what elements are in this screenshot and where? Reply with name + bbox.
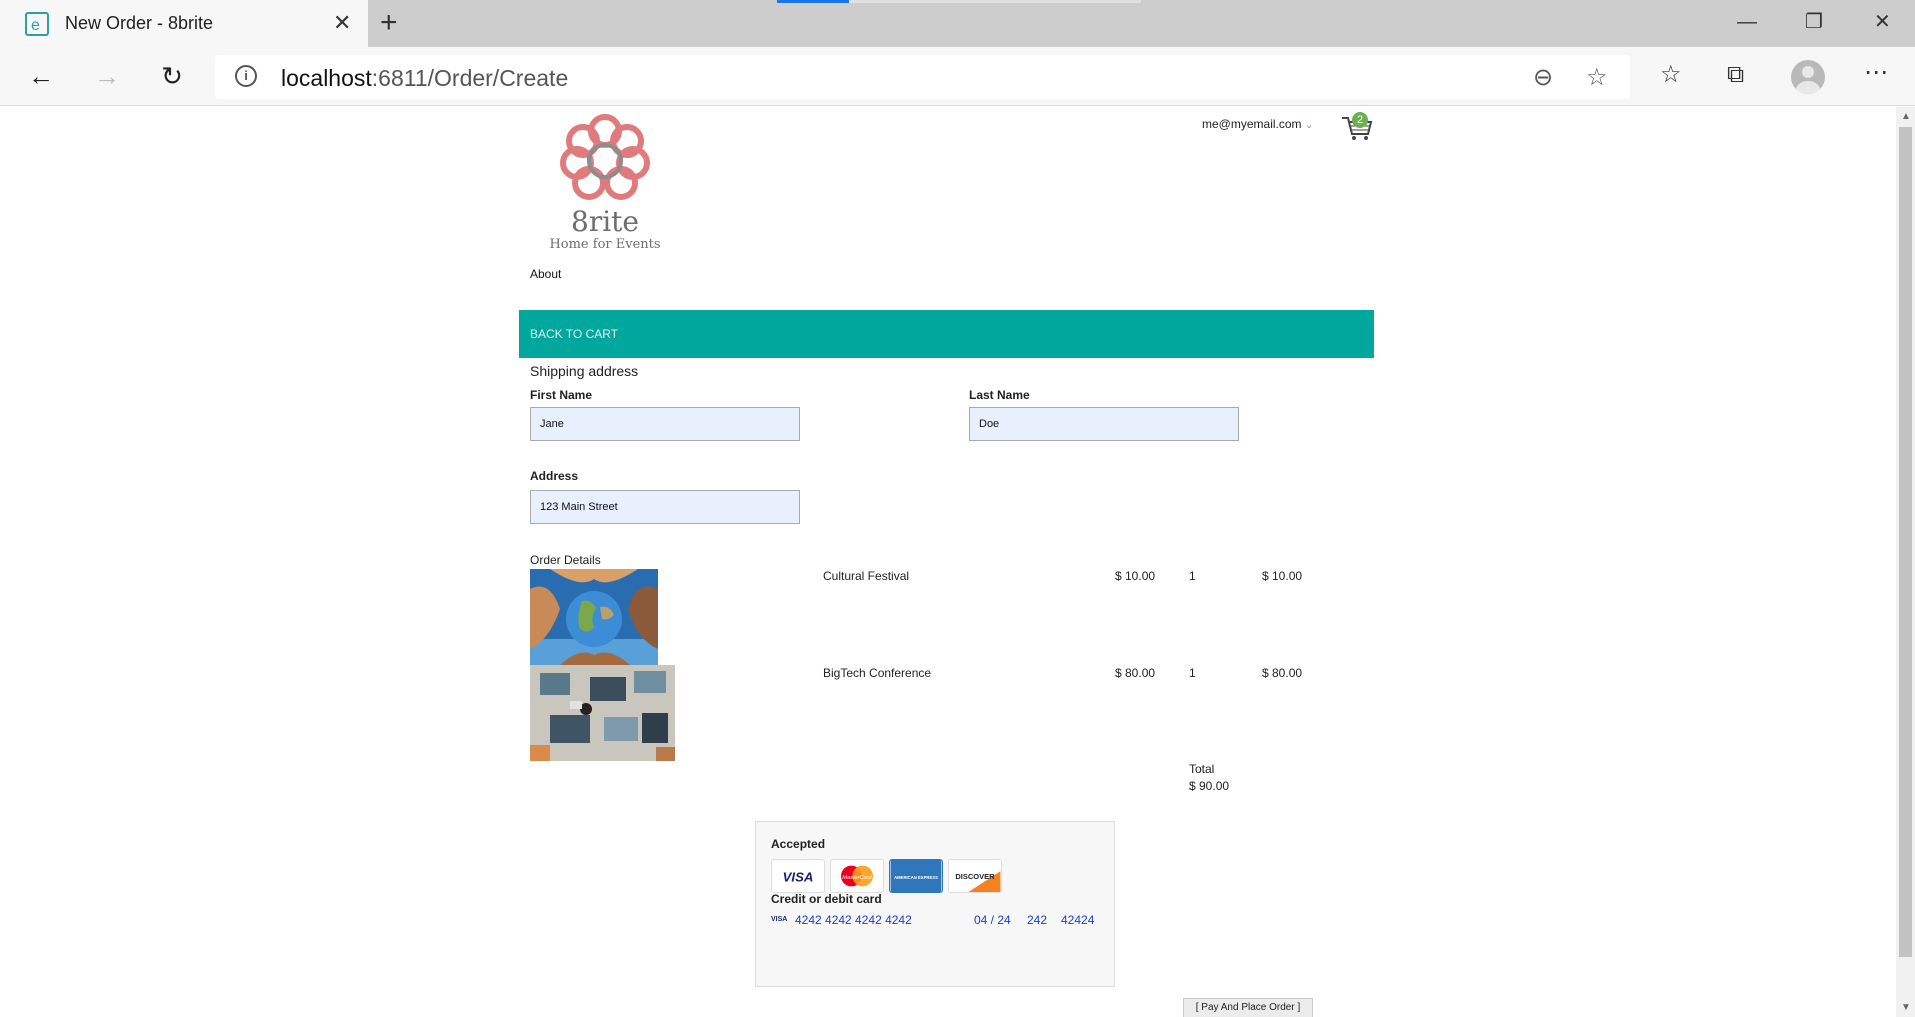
logo-tagline: Home for Events	[549, 237, 661, 252]
page-content: 8rite Home for Events me@myemail.com ⌄ 2…	[0, 107, 1896, 1017]
total-label: Total	[1189, 762, 1215, 776]
back-arrow-icon[interactable]: ←	[26, 61, 56, 91]
first-name-label: First Name	[530, 388, 593, 402]
back-to-cart-link[interactable]: Back to Cart	[530, 327, 618, 341]
logo-name: 8rite	[571, 205, 639, 238]
more-menu-icon[interactable]: ⋯	[1864, 58, 1888, 88]
item-subtotal-2: $ 80.00	[1262, 666, 1303, 680]
knot-logo-icon	[560, 114, 650, 200]
refresh-icon[interactable]: ↻	[157, 61, 187, 91]
mastercard-icon: MasterCard	[830, 859, 884, 893]
card-expiry-field[interactable]: 04 / 24	[974, 913, 1011, 927]
chevron-down-icon: ⌄	[1304, 120, 1314, 131]
last-name-field[interactable]	[969, 407, 1239, 441]
discover-card-icon: DISCOVER	[948, 859, 1002, 893]
site-logo[interactable]: 8rite Home for Events	[543, 111, 667, 259]
scroll-down-icon[interactable]: ▼	[1901, 1002, 1911, 1013]
favorites-icon[interactable]: ☆	[1660, 60, 1682, 90]
forward-arrow-icon[interactable]: →	[92, 61, 122, 91]
loading-track	[849, 0, 1141, 3]
scroll-up-icon[interactable]: ▲	[1901, 111, 1911, 122]
shipping-section-title: Shipping address	[530, 363, 639, 379]
item-price-1: $ 10.00	[1115, 569, 1156, 583]
close-tab-icon[interactable]: ✕	[333, 12, 351, 34]
cultural-festival-image	[530, 569, 658, 665]
profile-avatar[interactable]	[1791, 60, 1825, 94]
new-tab-icon[interactable]: +	[380, 8, 398, 38]
nav-about-link[interactable]: About	[530, 267, 561, 281]
card-cvc-field[interactable]: 242	[1027, 913, 1047, 927]
order-details-title: Order Details	[530, 553, 601, 567]
total-value: $ 90.00	[1189, 779, 1230, 793]
card-label: Credit or debit card	[771, 892, 882, 906]
url-bar[interactable]: i localhost:6811/Order/Create ⊖ ☆	[215, 55, 1630, 99]
item-quantity-1: 1	[1189, 569, 1196, 583]
user-email: me@myemail.com	[1202, 117, 1302, 131]
item-subtotal-1: $ 10.00	[1262, 569, 1303, 583]
browser-tab-bar: e New Order - 8brite ✕ + — ❐ ✕	[0, 0, 1915, 47]
browser-tab[interactable]: e New Order - 8brite ✕	[0, 0, 368, 47]
card-number-field[interactable]: 4242 4242 4242 4242	[795, 913, 912, 927]
bigtech-conference-image	[530, 665, 675, 761]
site-info-icon[interactable]: i	[235, 65, 257, 87]
amex-brand-label: AMERICAN EXPRESS	[894, 875, 938, 880]
item-quantity-2: 1	[1189, 666, 1196, 680]
tab-title: New Order - 8brite	[65, 13, 214, 33]
svg-text:e: e	[31, 17, 40, 34]
item-name-2: BigTech Conference	[823, 666, 932, 680]
item-name-1: Cultural Festival	[823, 569, 910, 583]
cart-count-badge: 2	[1352, 112, 1368, 128]
cart-button[interactable]: 2	[1340, 112, 1374, 142]
first-name-field[interactable]	[530, 407, 800, 441]
address-toolbar: ← → ↻ i localhost:6811/Order/Create ⊖ ☆	[0, 47, 1915, 106]
amex-card-icon: AMERICAN EXPRESS	[889, 859, 943, 893]
collections-icon[interactable]: ⧉	[1727, 60, 1744, 90]
payment-panel: Accepted VISA MasterCard AMERICAN EXPRES…	[755, 821, 1115, 987]
last-name-label: Last Name	[969, 388, 1030, 402]
loading-indicator	[777, 0, 849, 3]
url-host: localhost	[281, 65, 372, 91]
address-field[interactable]	[530, 490, 800, 524]
scroll-thumb[interactable]	[1899, 127, 1912, 957]
vertical-scrollbar[interactable]: ▲ ▼	[1896, 107, 1915, 1017]
minimize-icon[interactable]: —	[1737, 10, 1757, 34]
user-menu[interactable]: me@myemail.com ⌄	[1202, 117, 1313, 131]
discover-brand-label: DISCOVER	[955, 872, 995, 881]
place-order-button[interactable]: [ Pay And Place Order ]	[1183, 998, 1313, 1017]
mastercard-brand-label: MasterCard	[842, 875, 872, 881]
address-label: Address	[530, 469, 579, 483]
restore-icon[interactable]: ❐	[1805, 10, 1823, 34]
url-path: :6811/Order/Create	[371, 65, 569, 91]
cart-nav-bar: Back to Cart	[519, 310, 1374, 358]
accepted-label: Accepted	[771, 837, 826, 851]
visa-brand-label: VISA	[783, 870, 814, 885]
visa-mini-icon: VISA	[771, 916, 788, 923]
close-window-icon[interactable]: ✕	[1874, 10, 1891, 34]
favorite-star-icon[interactable]: ☆	[1586, 63, 1608, 92]
item-price-2: $ 80.00	[1115, 666, 1156, 680]
zoom-out-icon[interactable]: ⊖	[1533, 63, 1553, 92]
visa-card-icon: VISA	[771, 859, 825, 893]
edge-icon: e	[25, 12, 49, 36]
card-zip-field[interactable]: 42424	[1061, 913, 1094, 927]
url-text[interactable]: localhost:6811/Order/Create	[281, 65, 568, 92]
